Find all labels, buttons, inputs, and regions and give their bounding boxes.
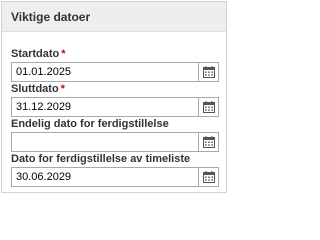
- timesheet-completion-date-label: Dato for ferdigstillelse av timeliste: [11, 153, 191, 165]
- important-dates-panel: Viktige datoer Startdato * 01.01.2025 Sl…: [1, 1, 227, 193]
- field-label: Sluttdato *: [11, 83, 219, 96]
- final-completion-date-calendar-button[interactable]: [198, 133, 218, 151]
- field-label: Endelig dato for ferdigstillelse: [11, 118, 219, 131]
- start-date-calendar-button[interactable]: [198, 63, 218, 81]
- required-marker: *: [60, 83, 65, 95]
- start-date-input-row: 01.01.2025: [11, 62, 219, 82]
- final-completion-date-input[interactable]: [16, 133, 194, 151]
- timesheet-completion-date-input-row: 30.06.2029: [11, 167, 219, 187]
- calendar-icon: [202, 136, 215, 148]
- start-date-label: Startdato: [11, 48, 60, 60]
- timesheet-completion-date-input[interactable]: 30.06.2029: [16, 168, 194, 186]
- final-completion-date-label: Endelig dato for ferdigstillelse: [11, 118, 169, 130]
- end-date-label: Sluttdato: [11, 83, 59, 95]
- timesheet-completion-date-calendar-button[interactable]: [198, 168, 218, 186]
- start-date-field: Startdato * 01.01.2025: [11, 48, 219, 82]
- start-date-input[interactable]: 01.01.2025: [16, 63, 194, 81]
- end-date-field: Sluttdato * 31.12.2029: [11, 83, 219, 117]
- calendar-icon: [202, 171, 215, 183]
- end-date-input-row: 31.12.2029: [11, 97, 219, 117]
- required-marker: *: [61, 48, 66, 60]
- panel-header: Viktige datoer: [2, 2, 226, 32]
- panel-title: Viktige datoer: [11, 9, 91, 24]
- field-label: Startdato *: [11, 48, 219, 61]
- final-completion-date-input-row: [11, 132, 219, 152]
- end-date-input[interactable]: 31.12.2029: [16, 98, 194, 116]
- field-label: Dato for ferdigstillelse av timeliste: [11, 153, 219, 166]
- calendar-icon: [202, 66, 215, 78]
- end-date-calendar-button[interactable]: [198, 98, 218, 116]
- final-completion-date-field: Endelig dato for ferdigstillelse: [11, 118, 219, 152]
- timesheet-completion-date-field: Dato for ferdigstillelse av timeliste 30…: [11, 153, 219, 187]
- calendar-icon: [202, 101, 215, 113]
